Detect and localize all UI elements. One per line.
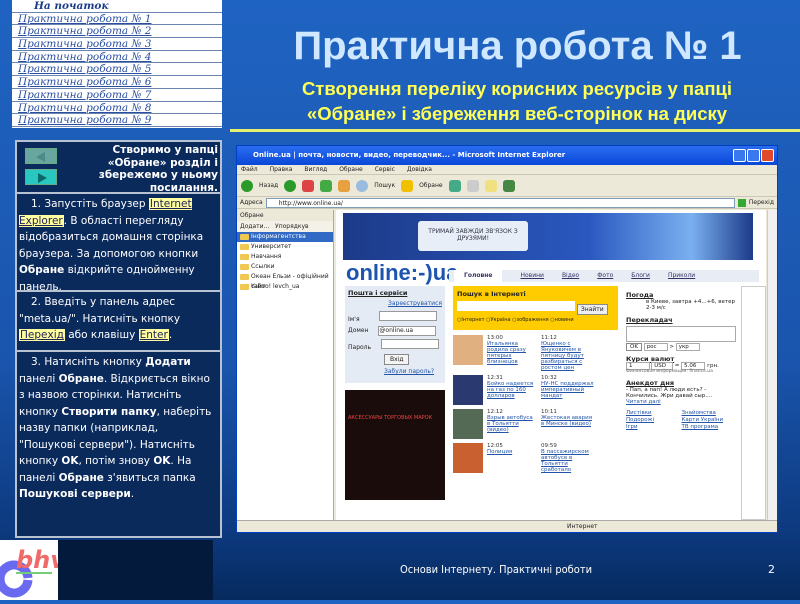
search-box: Пошук в Інтернеті Знайти ○Інтернет ○Укра… (453, 286, 618, 330)
password-input[interactable] (380, 339, 439, 349)
nav-item[interactable]: Практична робота № 1 (12, 13, 222, 26)
footer-band (58, 540, 213, 600)
go-button[interactable]: Перехід (749, 199, 777, 206)
note-icon (484, 179, 497, 192)
bhv-logo: bhv (0, 540, 67, 600)
search-icon (356, 179, 369, 192)
nav-item[interactable]: Практична робота № 8 (12, 102, 222, 115)
address-input[interactable]: http://www.online.ua/ (265, 197, 735, 208)
history-icon (448, 179, 461, 192)
web-page: ТРИМАЙ ЗАВЖДИ ЗВ'ЯЗОК З ДРУЗЯМИ! online:… (336, 210, 766, 520)
favorites-panel: Обране Додати... Упорядкув Інформагентст… (237, 210, 334, 520)
home-icon (338, 179, 351, 192)
add-favorite-button[interactable]: Додати... (240, 223, 269, 230)
side-ad[interactable] (741, 286, 766, 520)
svg-text:bhv: bhv (16, 546, 58, 574)
status-bar: Интернет (237, 520, 777, 532)
nav-home-link[interactable]: На початок (12, 0, 222, 13)
prev-button[interactable] (25, 148, 57, 164)
nav-item[interactable]: Практична робота № 3 (12, 38, 222, 51)
intro-row: Створимо у папці «Обране» розділ і збере… (17, 142, 220, 194)
favorite-folder[interactable]: Ссылки (237, 262, 333, 272)
slide-title: Практична робота № 1 (293, 24, 742, 68)
address-bar: Адреса http://www.online.ua/Перехід (237, 197, 777, 209)
nav-item[interactable]: Практична робота № 4 (12, 51, 222, 64)
login-button[interactable]: Вхід (384, 354, 410, 365)
nav-item[interactable]: Практична робота № 5 (12, 63, 222, 77)
divider (230, 129, 800, 132)
stop-icon (302, 179, 315, 192)
refresh-icon (320, 179, 333, 192)
favorite-link[interactable]: Yahoo! levch_ua (237, 282, 333, 292)
nav-item[interactable]: Практична робота № 9 (12, 114, 222, 127)
subtitle-line: Створення переліку корисних ресурсів у п… (301, 78, 733, 99)
subtitle-line: «Обране» і збереження веб-сторінок на ди… (306, 103, 728, 124)
minimize-icon (733, 149, 746, 162)
nav-item[interactable]: Практична робота № 2 (12, 25, 222, 39)
right-column: Погода в Киеве, завтра +4...+6, ветер 2-… (626, 291, 736, 430)
search-input[interactable] (457, 301, 575, 311)
forward-icon (284, 179, 297, 192)
step-1: 1. Запустіть браузер Internet Explorer. … (17, 194, 220, 293)
organize-button[interactable]: Упорядкув (275, 223, 309, 230)
vertical-scrollbar[interactable] (767, 210, 777, 520)
next-button[interactable] (25, 169, 57, 185)
slide-subtitle: Створення переліку корисних ресурсів у п… (232, 76, 800, 126)
favorite-folder[interactable]: Университет (237, 242, 333, 252)
site-tabs: Головне Новини Відео Фото Блоги Приколи (449, 270, 759, 282)
print-icon (466, 179, 479, 192)
step-3: 3. Натисніть кнопку Додати панелі Обране… (19, 356, 212, 500)
favorite-folder[interactable]: Інформагентства (237, 232, 333, 242)
nav-item[interactable]: Практична робота № 7 (12, 89, 222, 102)
instructions-panel: Створимо у папці «Обране» розділ і збере… (15, 140, 222, 538)
mail-box: Пошта і сервіси Зареєструватися Ім'я Дом… (345, 286, 445, 383)
footer-text: Основи Інтернету. Практичні роботи (400, 563, 593, 576)
back-icon (241, 179, 253, 192)
maximize-icon (747, 149, 760, 162)
nav-menu: На початок Практична робота № 1 Практичн… (12, 0, 222, 128)
star-icon (401, 179, 414, 192)
close-icon (761, 149, 774, 162)
browser-titlebar: Online.ua | почта, новости, видео, перев… (237, 146, 777, 165)
browser-toolbar: Назад Пошук Обране (237, 175, 777, 197)
step-2: 2. Введіть у панель адрес "meta.ua/". На… (17, 292, 220, 352)
go-icon (737, 198, 746, 207)
news-list: 13:00 Итальянка родила сразу пятерых близ… (453, 335, 618, 473)
ad-block[interactable]: АКСЕССУАРЫ ТОРГОВЫХ МАРОК (345, 390, 445, 500)
favorite-folder[interactable]: Навчання (237, 252, 333, 262)
nav-item[interactable]: Практична робота № 6 (12, 76, 222, 89)
enter-link[interactable]: Enter (138, 329, 169, 341)
domain-select[interactable]: @online.ua (378, 326, 437, 336)
app-icon (502, 179, 515, 192)
browser-menu: Файл Правка Вигляд Обране Сервіс Довідка (237, 165, 777, 175)
intro-text: Створимо у папці «Обране» розділ і збере… (98, 144, 218, 194)
search-button[interactable]: Знайти (576, 304, 608, 315)
page-number: 2 (768, 563, 775, 576)
favorite-link[interactable]: Океан Ельзи - офіційний сайт (237, 272, 333, 290)
site-logo: online:-)ua (346, 260, 459, 285)
banner-ad[interactable]: ТРИМАЙ ЗАВЖДИ ЗВ'ЯЗОК З ДРУЗЯМИ! (343, 213, 753, 260)
browser-screenshot: Online.ua | почта, новости, видео, перев… (236, 145, 778, 533)
go-link[interactable]: Перехід (19, 329, 65, 341)
name-input[interactable] (379, 311, 438, 321)
